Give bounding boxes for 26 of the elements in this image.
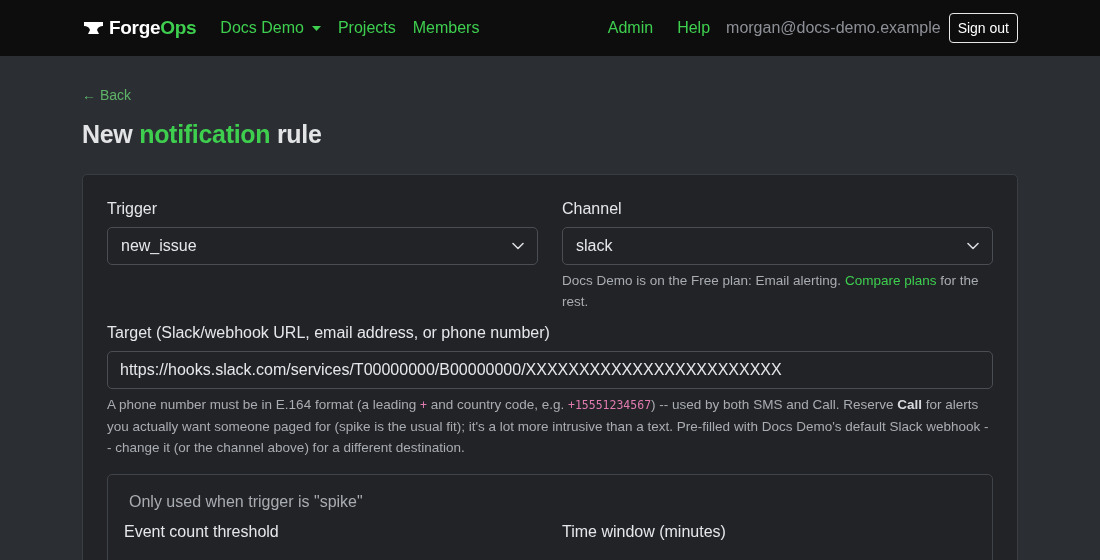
nav-link[interactable]: Admin [607, 19, 654, 37]
caret-icon [311, 25, 321, 31]
trigger-select[interactable]: new_issue [107, 227, 538, 265]
target-input[interactable]: https://hooks.slack.com/services/T00000000/B00000000/XXXXXXXXXXXXXXXXXXXXXXXX [107, 351, 993, 389]
chevron-down-icon [967, 242, 979, 250]
nav-dropdown[interactable]: Docs Demo [220, 19, 321, 37]
help-text: A phone number must be in E.164 format (a leading + and country code, e.g. +15551234567) -- used by both SMS and Call. Reserve Call for alerts you actually want someone paged for (spike is the usual fit); it's a lot more intrusive than a text. Pre-filled with Docs Demo's default Slack webhook -- change it (or the channel above) for a different destination. [107, 396, 990, 457]
anvil-icon [84, 21, 103, 35]
page-title: New notification rule [82, 120, 323, 149]
channel-select[interactable]: slack [562, 227, 993, 265]
compare-plans-link[interactable]: Compare plans [844, 273, 937, 288]
brand-logo-text[interactable]: ForgeOps [109, 17, 197, 39]
field-label: Event count threshold [124, 523, 280, 541]
nav-link[interactable]: Members [412, 19, 480, 37]
field-label: Trigger [107, 200, 159, 218]
chevron-down-icon [512, 242, 524, 250]
user-email: morgan@docs-demo.example [726, 19, 941, 37]
nav-link[interactable]: Projects [337, 19, 396, 37]
back-link[interactable]: ← Back [82, 87, 131, 103]
section-legend: Only used when trigger is "spike" [129, 493, 976, 511]
sign-out-button[interactable]: Sign out [948, 13, 1018, 43]
help-text: Docs Demo is on the Free plan: Email alerting. Compare plans for the rest. [562, 272, 980, 311]
nav-link[interactable]: Help [677, 19, 711, 37]
field-label: Time window (minutes) [562, 523, 727, 541]
field-label: Target (Slack/webhook URL, email address, or phone number) [107, 324, 551, 342]
field-label: Channel [562, 200, 623, 218]
